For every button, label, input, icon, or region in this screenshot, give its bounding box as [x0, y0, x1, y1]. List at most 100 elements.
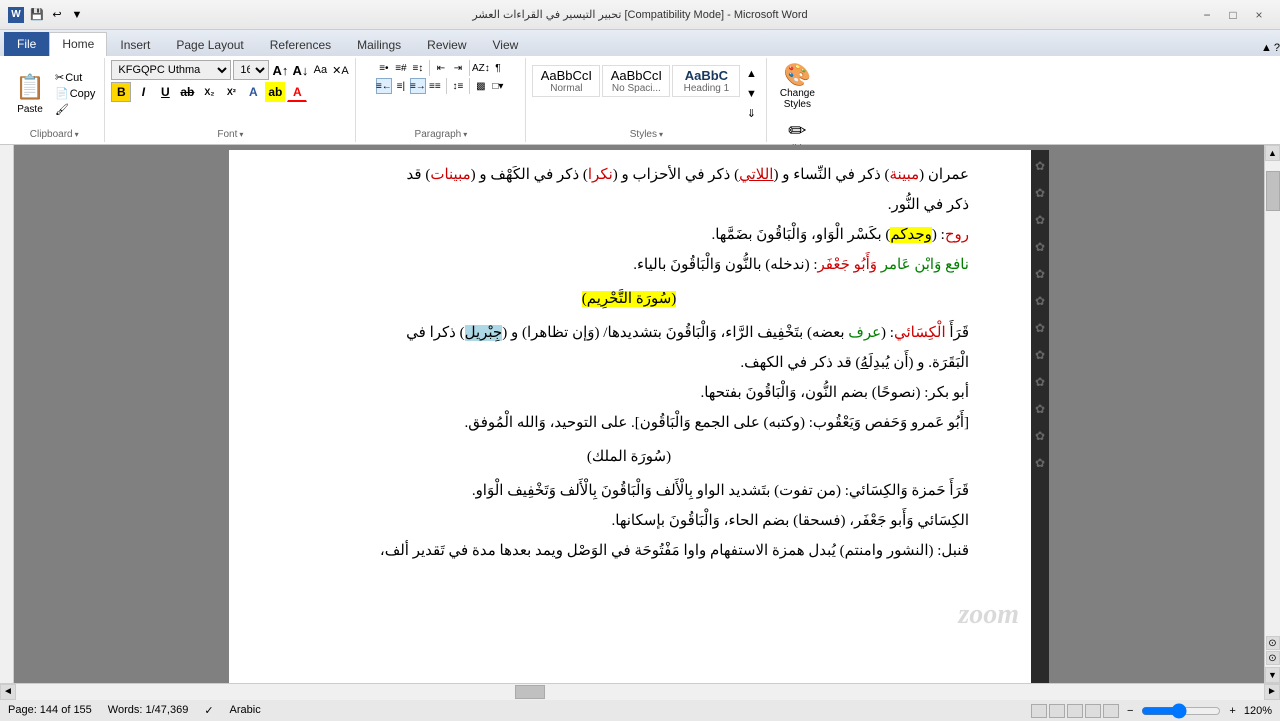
close-button[interactable]: ×	[1246, 5, 1272, 25]
format-painter-button[interactable]: 🖌	[52, 102, 98, 117]
full-screen-button[interactable]	[1049, 704, 1065, 718]
h-scroll-track	[16, 684, 1264, 700]
paste-button[interactable]: 📋 Paste	[10, 71, 50, 117]
align-left-button[interactable]: ≡←	[376, 78, 392, 94]
page-scroll-area[interactable]: عمران (مبينة) ذكر في النِّساء و (اللاتي)…	[14, 145, 1264, 683]
superscript-button[interactable]: X²	[221, 82, 241, 102]
scroll-up-button[interactable]: ▲	[1265, 145, 1280, 161]
styles-group-label[interactable]: Styles ▾	[630, 129, 663, 140]
tab-references[interactable]: References	[257, 33, 344, 56]
web-layout-button[interactable]	[1067, 704, 1083, 718]
font-group: KFGQPC Uthma 16 A↑ A↓ Aa ✕A B I U ab X₂	[105, 58, 356, 142]
styles-scroll-up-button[interactable]: ▲	[742, 65, 760, 83]
status-right: − + 120%	[1031, 703, 1272, 719]
scroll-down-button[interactable]: ▼	[1265, 667, 1280, 683]
text-highlight-button[interactable]: ab	[265, 82, 285, 102]
text-line-1: عمران (مبينة) ذكر في النِّساء و (اللاتي)…	[289, 160, 969, 190]
numbering-button[interactable]: ≡#	[393, 60, 409, 76]
h-scroll-thumb[interactable]	[515, 685, 545, 699]
tab-view[interactable]: View	[480, 33, 532, 56]
style-normal[interactable]: AaBbCcI Normal	[532, 65, 600, 97]
italic-button[interactable]: I	[133, 82, 153, 102]
tab-mailings[interactable]: Mailings	[344, 33, 414, 56]
scroll-next-page-button[interactable]: ⊙	[1266, 651, 1280, 665]
line-spacing-button[interactable]: ↕≡	[450, 78, 466, 94]
scroll-prev-page-button[interactable]: ⊙	[1266, 636, 1280, 650]
zoom-percentage[interactable]: 120%	[1244, 705, 1272, 717]
decrease-indent-button[interactable]: ⇤	[433, 60, 449, 76]
bullets-button[interactable]: ≡•	[376, 60, 392, 76]
justify-button[interactable]: ≡≡	[427, 78, 443, 94]
align-center-button[interactable]: ≡|	[393, 78, 409, 94]
multilevel-button[interactable]: ≡↕	[410, 60, 426, 76]
zoom-plus-button[interactable]: +	[1229, 705, 1235, 717]
text-line-9: [أَبُو عَمرو وَحَفص وَيَعْقُوب: (وكتبه) …	[289, 408, 969, 438]
text-line-8: أبو بكر: (نصوحًا) بضم النُّون، وَالْبَاق…	[289, 378, 969, 408]
status-left: Page: 144 of 155 Words: 1/47,369 ✓ Arabi…	[8, 704, 261, 717]
zoom-minus-button[interactable]: −	[1127, 705, 1133, 717]
ornament-5: ✿	[1035, 262, 1045, 286]
qat-dropdown-button[interactable]: ▼	[68, 6, 86, 24]
increase-font-button[interactable]: A↑	[271, 61, 289, 79]
style-heading1-label: Heading 1	[684, 83, 730, 94]
scroll-right-button[interactable]: ►	[1264, 684, 1280, 700]
font-color-button[interactable]: A	[287, 82, 307, 102]
copy-icon: 📄	[55, 87, 69, 100]
ribbon-collapse-button[interactable]: ▲	[1261, 42, 1272, 54]
change-styles-editing-group: 🎨 ChangeStyles ✏ Editing	[767, 58, 827, 142]
font-name-row: KFGQPC Uthma 16 A↑ A↓ Aa ✕A	[111, 60, 349, 80]
shading-button[interactable]: ▩	[473, 78, 489, 94]
tab-insert[interactable]: Insert	[107, 33, 163, 56]
minimize-button[interactable]: −	[1194, 5, 1220, 25]
change-case-button[interactable]: Aa	[311, 61, 329, 79]
copy-button[interactable]: 📄 Copy	[52, 86, 98, 101]
ornament-bar: ✿ ✿ ✿ ✿ ✿ ✿ ✿ ✿ ✿ ✿ ✿ ✿	[1031, 150, 1049, 683]
paste-icon: 📋	[15, 73, 45, 102]
clipboard-label[interactable]: Clipboard ▾	[30, 129, 79, 140]
scroll-thumb[interactable]	[1266, 171, 1280, 211]
tab-home[interactable]: Home	[49, 32, 107, 56]
change-styles-button[interactable]: 🎨 ChangeStyles	[776, 60, 819, 112]
style-heading1[interactable]: AaBbC Heading 1	[672, 65, 740, 97]
scroll-left-button[interactable]: ◄	[0, 684, 16, 700]
clear-formatting-button[interactable]: ✕A	[331, 61, 349, 79]
bold-button[interactable]: B	[111, 82, 131, 102]
save-button[interactable]: 💾	[28, 6, 46, 24]
tab-page-layout[interactable]: Page Layout	[163, 33, 256, 56]
decrease-font-button[interactable]: A↓	[291, 61, 309, 79]
paragraph-group-label[interactable]: Paragraph ▾	[415, 129, 468, 140]
strikethrough-button[interactable]: ab	[177, 82, 197, 102]
borders-button[interactable]: □▾	[490, 78, 506, 94]
sort-button[interactable]: AZ↕	[473, 60, 489, 76]
ornament-11: ✿	[1035, 424, 1045, 448]
font-name-select[interactable]: KFGQPC Uthma	[111, 60, 231, 80]
increase-indent-button[interactable]: ⇥	[450, 60, 466, 76]
styles-group: AaBbCcI Normal AaBbCcI No Spaci... AaBbC…	[526, 58, 767, 142]
horizontal-scrollbar: ◄ ►	[0, 683, 1280, 699]
text-rooh: روح	[945, 227, 969, 243]
cut-button[interactable]: ✂ Cut	[52, 70, 98, 85]
style-no-spacing[interactable]: AaBbCcI No Spaci...	[602, 65, 670, 97]
print-layout-button[interactable]	[1031, 704, 1047, 718]
align-right-button[interactable]: ≡→	[410, 78, 426, 94]
text-line-4: نافع وَابْن عَامر وَأَبُو جَعْفَر: (ندخل…	[289, 250, 969, 280]
font-group-label[interactable]: Font ▾	[217, 129, 243, 140]
maximize-button[interactable]: □	[1220, 5, 1246, 25]
help-button[interactable]: ?	[1274, 42, 1280, 54]
tab-review[interactable]: Review	[414, 33, 479, 56]
text-effects-button[interactable]: A	[243, 82, 263, 102]
subscript-button[interactable]: X₂	[199, 82, 219, 102]
underline-button[interactable]: U	[155, 82, 175, 102]
show-hide-button[interactable]: ¶	[490, 60, 506, 76]
undo-button[interactable]: ↩	[48, 6, 66, 24]
styles-more-button[interactable]: ⇓	[742, 105, 760, 123]
zoom-slider[interactable]	[1141, 703, 1221, 719]
tab-file[interactable]: File	[4, 32, 49, 56]
draft-button[interactable]	[1103, 704, 1119, 718]
outline-button[interactable]	[1085, 704, 1101, 718]
styles-scroll-down-button[interactable]: ▼	[742, 85, 760, 103]
clipboard-group: 📋 Paste ✂ Cut 📄 Copy 🖌 Clipboard ▾	[4, 58, 105, 142]
change-styles-label: ChangeStyles	[780, 88, 815, 110]
font-size-select[interactable]: 16	[233, 60, 269, 80]
highlight-mubayyana: مبينة	[890, 167, 920, 183]
